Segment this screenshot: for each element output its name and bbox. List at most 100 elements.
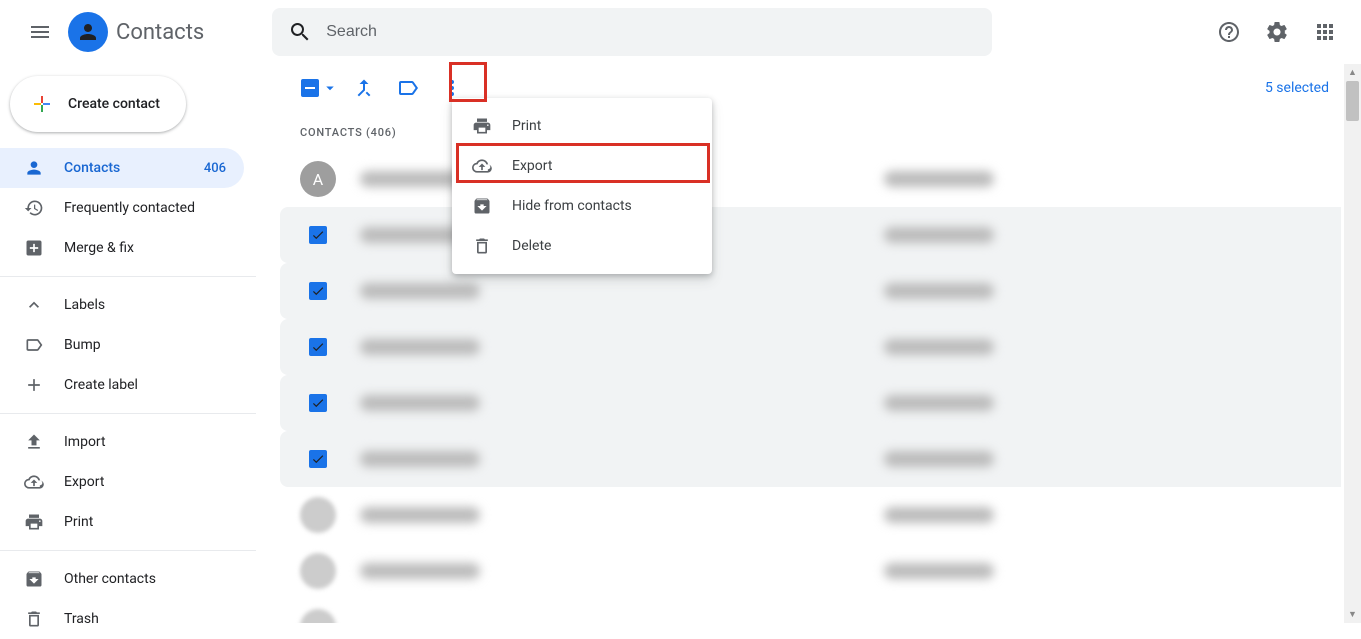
contact-name (360, 339, 480, 355)
menu-item-label: Export (512, 158, 552, 174)
menu-item-label: Print (512, 118, 541, 134)
plus-icon (24, 375, 44, 395)
contact-name (360, 283, 480, 299)
contact-row[interactable] (280, 375, 1341, 431)
help-icon (1217, 20, 1241, 44)
avatar (300, 497, 336, 533)
print-icon (472, 116, 492, 136)
cloud-upload-icon (472, 156, 492, 176)
avatar (300, 553, 336, 589)
app-title: Contacts (116, 20, 204, 45)
apps-button[interactable] (1305, 12, 1345, 52)
sidebar-item-import[interactable]: Import (0, 422, 244, 462)
contact-row[interactable] (280, 263, 1341, 319)
sidebar-labels-header[interactable]: Labels (0, 285, 244, 325)
scroll-down-button[interactable]: ▼ (1344, 606, 1361, 623)
contact-row[interactable] (280, 543, 1341, 599)
person-icon (24, 158, 44, 178)
app-logo[interactable]: Contacts (68, 12, 204, 52)
create-contact-button[interactable]: Create contact (10, 76, 186, 132)
sidebar-item-print[interactable]: Print (0, 502, 244, 542)
menu-item-hide[interactable]: Hide from contacts (452, 186, 712, 226)
main-menu-button[interactable] (16, 8, 64, 56)
contact-name (360, 395, 480, 411)
sidebar-item-merge[interactable]: Merge & fix (0, 228, 244, 268)
sidebar-item-label: Other contacts (64, 571, 156, 587)
sidebar-create-label[interactable]: Create label (0, 365, 244, 405)
label-icon (396, 76, 420, 100)
sidebar-item-label: Create label (64, 377, 138, 393)
selection-toolbar: 5 selected (280, 64, 1341, 112)
scroll-up-button[interactable]: ▲ (1344, 64, 1361, 81)
checkbox-checked[interactable] (309, 226, 327, 244)
help-button[interactable] (1209, 12, 1249, 52)
print-icon (24, 512, 44, 532)
scroll-thumb[interactable] (1346, 81, 1359, 121)
contact-row[interactable] (280, 431, 1341, 487)
checkbox-checked[interactable] (309, 394, 327, 412)
sidebar-item-label: Export (64, 474, 104, 490)
plus-multicolor-icon (30, 92, 54, 116)
contact-phone (884, 507, 994, 523)
sidebar-item-label: Print (64, 514, 93, 530)
divider (0, 276, 256, 277)
menu-item-print[interactable]: Print (452, 106, 712, 146)
contact-row[interactable] (280, 599, 1341, 623)
sidebar-label-bump[interactable]: Bump (0, 325, 244, 365)
checkbox-checked[interactable] (309, 450, 327, 468)
contact-row[interactable] (280, 207, 1341, 263)
sidebar-item-label: Bump (64, 337, 101, 353)
sidebar-item-label: Contacts (64, 160, 120, 176)
contact-name (360, 451, 480, 467)
sidebar-item-label: Labels (64, 297, 105, 313)
merge-icon (24, 238, 44, 258)
contacts-count: 406 (204, 161, 226, 176)
contact-phone (884, 227, 994, 243)
sidebar-item-other[interactable]: Other contacts (0, 559, 244, 599)
contact-row[interactable]: A (280, 151, 1341, 207)
selected-count: 5 selected (1265, 80, 1341, 96)
settings-button[interactable] (1257, 12, 1297, 52)
sidebar: Create contact Contacts 406 Frequently c… (0, 64, 256, 623)
search-icon (288, 20, 312, 44)
sidebar-item-frequent[interactable]: Frequently contacted (0, 188, 244, 228)
contact-phone (884, 451, 994, 467)
sidebar-item-trash[interactable]: Trash (0, 599, 244, 639)
menu-item-label: Delete (512, 238, 551, 254)
main-content: 5 selected CONTACTS (406) A (280, 64, 1341, 623)
avatar (300, 609, 336, 623)
create-contact-label: Create contact (68, 96, 160, 112)
sidebar-item-label: Import (64, 434, 106, 450)
contact-row[interactable] (280, 319, 1341, 375)
trash-icon (24, 609, 44, 629)
app-header: Contacts (0, 0, 1361, 64)
menu-item-delete[interactable]: Delete (452, 226, 712, 266)
search-input[interactable] (326, 23, 976, 41)
upload-icon (24, 432, 44, 452)
contact-phone (884, 171, 994, 187)
trash-icon (472, 236, 492, 256)
selection-dropdown[interactable] (300, 68, 340, 108)
sidebar-item-label: Frequently contacted (64, 200, 195, 216)
sidebar-item-contacts[interactable]: Contacts 406 (0, 148, 244, 188)
contact-name (360, 563, 480, 579)
cloud-upload-icon (24, 472, 44, 492)
search-bar[interactable] (272, 8, 992, 56)
contact-name (360, 507, 480, 523)
header-actions (1209, 12, 1345, 52)
indeterminate-checkbox-icon (301, 79, 319, 97)
vertical-scrollbar[interactable]: ▲ ▼ (1344, 64, 1361, 623)
checkbox-checked[interactable] (309, 338, 327, 356)
menu-item-export[interactable]: Export (452, 146, 712, 186)
label-button[interactable] (388, 68, 428, 108)
history-icon (24, 198, 44, 218)
archive-icon (472, 196, 492, 216)
merge-button[interactable] (344, 68, 384, 108)
sidebar-item-label: Trash (64, 611, 99, 627)
sidebar-item-export[interactable]: Export (0, 462, 244, 502)
contact-row[interactable] (280, 487, 1341, 543)
more-options-menu: Print Export Hide from contacts Delete (452, 98, 712, 274)
chevron-up-icon (24, 295, 44, 315)
checkbox-checked[interactable] (309, 282, 327, 300)
sidebar-item-label: Merge & fix (64, 240, 134, 256)
